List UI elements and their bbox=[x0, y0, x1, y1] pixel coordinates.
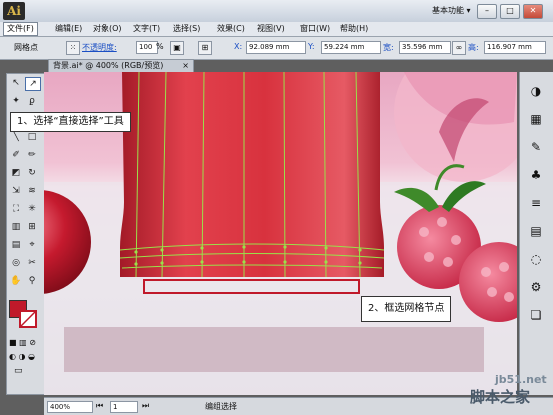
last-page-icon[interactable]: ⏭ bbox=[142, 401, 149, 411]
app-logo: Ai bbox=[3, 2, 25, 20]
stroke-swatch[interactable] bbox=[19, 310, 37, 328]
opacity-input[interactable]: 100 bbox=[136, 41, 158, 54]
jar-body bbox=[120, 72, 384, 277]
workspace-label: 基本功能 bbox=[432, 6, 464, 15]
style-icon[interactable]: ▣ bbox=[170, 41, 184, 55]
scale-icon[interactable]: ⇲ bbox=[9, 185, 23, 197]
brush-icon[interactable]: ✐ bbox=[9, 149, 23, 161]
minimize-button[interactable]: – bbox=[477, 4, 497, 19]
blend-icon[interactable]: ◎ bbox=[9, 257, 23, 269]
warp-icon[interactable]: ≋ bbox=[25, 185, 39, 197]
menu-view[interactable]: 视图(V) bbox=[254, 23, 288, 35]
screen-mode-icon[interactable]: ▭ bbox=[14, 366, 30, 376]
zoom-input[interactable]: 400% bbox=[47, 401, 93, 413]
arrow-icon[interactable]: ↖ bbox=[9, 77, 23, 89]
height-input[interactable]: 116.907 mm bbox=[484, 41, 546, 54]
selection-type-label: 网格点 bbox=[14, 43, 38, 52]
slice-icon[interactable]: ✂ bbox=[25, 257, 39, 269]
close-button[interactable]: ✕ bbox=[523, 4, 543, 19]
link-icon[interactable]: ∞ bbox=[452, 41, 466, 55]
x-input[interactable]: 92.089 mm bbox=[246, 41, 306, 54]
width-input[interactable]: 35.596 mm bbox=[399, 41, 451, 54]
height-label: 高: bbox=[468, 43, 479, 52]
menu-window[interactable]: 窗口(W) bbox=[297, 23, 333, 35]
document-tab-label: 背景.ai* @ 400% (RGB/预览) bbox=[53, 61, 164, 70]
none-slash-icon bbox=[21, 312, 35, 326]
zoom-icon[interactable]: ⚲ bbox=[25, 275, 39, 287]
menu-effect[interactable]: 效果(C) bbox=[214, 23, 248, 35]
gradient-icon[interactable]: ▤ bbox=[9, 239, 23, 251]
rotate-icon[interactable]: ↻ bbox=[25, 167, 39, 179]
page-input[interactable]: 1 bbox=[110, 401, 138, 413]
magic-wand-icon[interactable]: ✦ bbox=[9, 95, 23, 107]
maximize-button[interactable]: □ bbox=[500, 4, 520, 19]
transparency-panel-icon[interactable]: ◌ bbox=[524, 248, 548, 270]
opacity-unit: % bbox=[156, 42, 164, 51]
reference-point-icon[interactable]: ⊞ bbox=[198, 41, 212, 55]
callout-step1: 1、选择“直接选择”工具 bbox=[10, 112, 131, 132]
opacity-label[interactable]: 不透明度: bbox=[82, 42, 117, 53]
first-page-icon[interactable]: ⏮ bbox=[96, 401, 103, 411]
callout-step2: 2、框选网格节点 bbox=[361, 296, 452, 322]
recolor-icon[interactable]: ⁙ bbox=[66, 41, 80, 55]
watermark-site: jb51.net bbox=[495, 373, 547, 386]
direct-select-icon[interactable]: ↗ bbox=[25, 77, 41, 91]
hand-icon[interactable]: ✋ bbox=[9, 275, 23, 287]
symbols-panel-icon[interactable]: ♣ bbox=[524, 164, 548, 186]
y-label: Y: bbox=[308, 42, 315, 51]
mesh-icon[interactable]: ⊞ bbox=[25, 221, 39, 233]
eyedropper-icon[interactable]: ⌖ bbox=[25, 239, 39, 251]
eraser-icon[interactable]: ◩ bbox=[9, 167, 23, 179]
free-transform-icon[interactable]: ⛶ bbox=[9, 203, 23, 215]
watermark-name: 脚本之家 bbox=[470, 388, 531, 406]
x-label: X: bbox=[234, 42, 243, 51]
stroke-panel-icon[interactable]: ≡ bbox=[524, 192, 548, 214]
layers-panel-icon[interactable]: ❏ bbox=[524, 304, 548, 326]
swatches-panel-icon[interactable]: ▦ bbox=[524, 108, 548, 130]
document-tab[interactable]: 背景.ai* @ 400% (RGB/预览) × bbox=[48, 59, 194, 73]
menu-type[interactable]: 文字(T) bbox=[130, 23, 163, 35]
color-mode-icons[interactable]: ■ ▥ ⊘ bbox=[9, 338, 41, 348]
bottom-band bbox=[64, 327, 484, 372]
menu-file[interactable]: 文件(F) bbox=[3, 22, 38, 36]
menu-object[interactable]: 对象(O) bbox=[90, 23, 125, 35]
color-panel-icon[interactable]: ◑ bbox=[524, 80, 548, 102]
workspace-switcher[interactable]: 基本功能 ▾ bbox=[428, 4, 475, 18]
width-label: 宽: bbox=[383, 43, 394, 52]
close-tab-icon[interactable]: × bbox=[182, 60, 189, 72]
appearance-panel-icon[interactable]: ⚙ bbox=[524, 276, 548, 298]
menu-select[interactable]: 选择(S) bbox=[170, 23, 203, 35]
gradient-panel-icon[interactable]: ▤ bbox=[524, 220, 548, 242]
graph-icon[interactable]: ▥ bbox=[9, 221, 23, 233]
y-input[interactable]: 59.224 mm bbox=[321, 41, 381, 54]
draw-mode-icons[interactable]: ◐ ◑ ◒ bbox=[9, 352, 41, 362]
line-icon[interactable]: ╲ bbox=[9, 131, 23, 143]
menu-help[interactable]: 帮助(H) bbox=[337, 23, 371, 35]
rect-icon[interactable]: □ bbox=[25, 131, 39, 143]
lasso-icon[interactable]: ϼ bbox=[25, 95, 39, 107]
brushes-panel-icon[interactable]: ✎ bbox=[524, 136, 548, 158]
symbol-sprayer-icon[interactable]: ✳ bbox=[25, 203, 39, 215]
menu-edit[interactable]: 编辑(E) bbox=[52, 23, 85, 35]
status-tool-label: 编组选择 bbox=[205, 402, 237, 411]
pencil-icon[interactable]: ✏ bbox=[25, 149, 39, 161]
